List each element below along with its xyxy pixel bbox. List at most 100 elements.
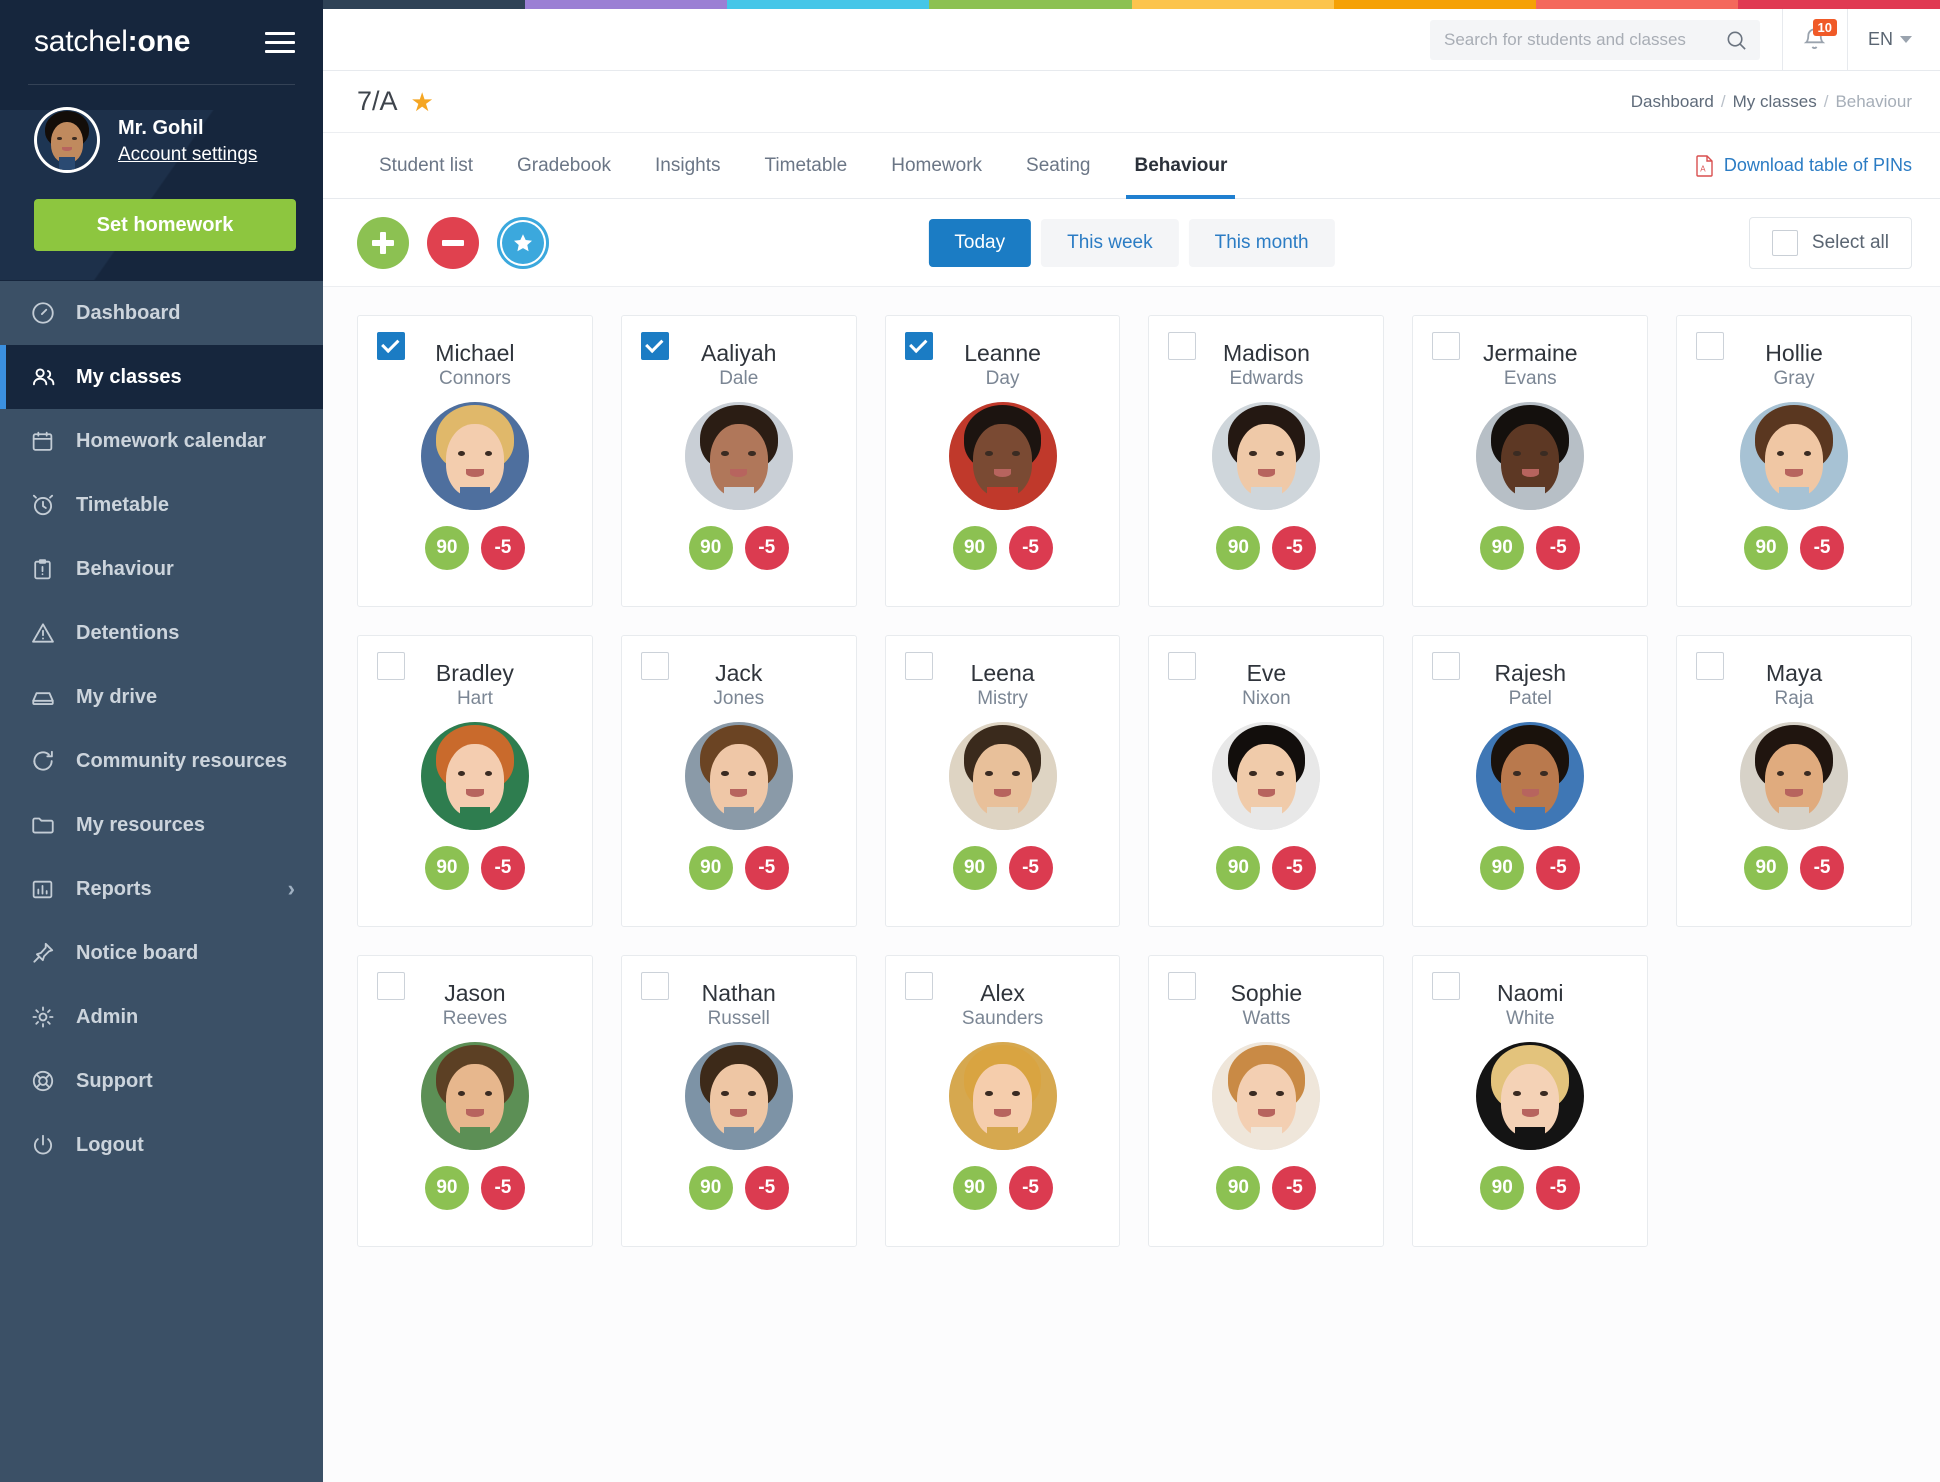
student-select-checkbox[interactable] (904, 332, 933, 360)
student-select-checkbox[interactable] (1168, 332, 1197, 360)
student-card[interactable]: Michael Connors 90 -5 (357, 315, 593, 607)
chevron-right-icon[interactable]: › (288, 876, 295, 902)
student-card[interactable]: Jason Reeves 90 -5 (357, 955, 593, 1247)
negative-score-badge[interactable]: -5 (1272, 846, 1317, 891)
positive-score-badge[interactable]: 90 (424, 526, 469, 571)
student-select-checkbox[interactable] (377, 652, 405, 680)
student-select-checkbox[interactable] (1168, 652, 1197, 680)
student-card[interactable]: Alex Saunders 90 -5 (884, 955, 1121, 1247)
search-input[interactable] (1429, 19, 1760, 60)
student-select-checkbox[interactable] (1168, 972, 1197, 1000)
student-select-checkbox[interactable] (1432, 332, 1461, 360)
positive-score-badge[interactable]: 90 (1744, 526, 1789, 571)
hamburger-menu-icon[interactable] (265, 26, 295, 59)
negative-score-badge[interactable]: -5 (1008, 526, 1053, 571)
negative-score-badge[interactable]: -5 (1272, 526, 1317, 571)
breadcrumb-item-my-classes[interactable]: My classes (1733, 92, 1817, 111)
student-card[interactable]: Sophie Watts 90 -5 (1148, 955, 1385, 1247)
positive-score-badge[interactable]: 90 (952, 1166, 997, 1211)
add-positive-behaviour-button[interactable] (357, 216, 409, 269)
student-select-checkbox[interactable] (904, 652, 933, 680)
negative-score-badge[interactable]: -5 (744, 1166, 789, 1211)
student-card[interactable]: Bradley Hart 90 -5 (357, 635, 593, 927)
student-card[interactable]: Leanne Day 90 -5 (884, 315, 1121, 607)
student-select-checkbox[interactable] (1432, 972, 1461, 1000)
sidebar-item-dashboard[interactable]: Dashboard (0, 281, 323, 345)
student-select-checkbox[interactable] (640, 972, 669, 1000)
negative-score-badge[interactable]: -5 (1800, 526, 1845, 571)
positive-score-badge[interactable]: 90 (1480, 1166, 1525, 1211)
positive-score-badge[interactable]: 90 (1216, 1166, 1261, 1211)
positive-score-badge[interactable]: 90 (688, 526, 733, 571)
account-settings-link[interactable]: Account settings (118, 144, 257, 166)
negative-score-badge[interactable]: -5 (480, 526, 525, 571)
negative-score-badge[interactable]: -5 (480, 1166, 525, 1211)
period-this-month[interactable]: This month (1188, 218, 1335, 267)
negative-score-badge[interactable]: -5 (1272, 1166, 1317, 1211)
favourite-star-icon[interactable]: ★ (411, 89, 434, 115)
student-card[interactable]: Jack Jones 90 -5 (620, 635, 857, 927)
student-card[interactable]: Leena Mistry 90 -5 (884, 635, 1121, 927)
negative-score-badge[interactable]: -5 (1008, 1166, 1053, 1211)
tab-timetable[interactable]: Timetable (743, 133, 870, 199)
positive-score-badge[interactable]: 90 (952, 846, 997, 891)
negative-score-badge[interactable]: -5 (1536, 1166, 1581, 1211)
positive-score-badge[interactable]: 90 (1744, 846, 1789, 891)
sidebar-item-detentions[interactable]: Detentions (0, 601, 323, 665)
sidebar-item-my-classes[interactable]: My classes (0, 345, 323, 409)
sidebar-item-my-resources[interactable]: My resources (0, 793, 323, 857)
student-card[interactable]: Aaliyah Dale 90 -5 (620, 315, 857, 607)
sidebar-item-support[interactable]: Support (0, 1049, 323, 1113)
notifications-button[interactable]: 10 (1781, 8, 1848, 71)
negative-score-badge[interactable]: -5 (1536, 526, 1581, 571)
student-card[interactable]: Maya Raja 90 -5 (1676, 635, 1912, 927)
sidebar-item-reports[interactable]: Reports › (0, 857, 323, 921)
student-card[interactable]: Nathan Russell 90 -5 (620, 955, 857, 1247)
student-select-checkbox[interactable] (904, 972, 933, 1000)
award-star-button[interactable] (497, 216, 549, 269)
sidebar-item-homework-calendar[interactable]: Homework calendar (0, 409, 323, 473)
sidebar-item-notice-board[interactable]: Notice board (0, 921, 323, 985)
student-select-checkbox[interactable] (1696, 652, 1725, 680)
student-card[interactable]: Jermaine Evans 90 -5 (1412, 315, 1649, 607)
negative-score-badge[interactable]: -5 (744, 526, 789, 571)
sidebar-item-logout[interactable]: Logout (0, 1113, 323, 1177)
positive-score-badge[interactable]: 90 (688, 1166, 733, 1211)
positive-score-badge[interactable]: 90 (424, 1166, 469, 1211)
tab-student-list[interactable]: Student list (357, 133, 495, 199)
student-select-checkbox[interactable] (377, 972, 405, 1000)
student-select-checkbox[interactable] (377, 332, 405, 360)
period-today[interactable]: Today (928, 218, 1032, 267)
positive-score-badge[interactable]: 90 (952, 526, 997, 571)
sidebar-item-community-resources[interactable]: Community resources (0, 729, 323, 793)
positive-score-badge[interactable]: 90 (1216, 526, 1261, 571)
sidebar-item-timetable[interactable]: Timetable (0, 473, 323, 537)
positive-score-badge[interactable]: 90 (688, 846, 733, 891)
student-card[interactable]: Naomi White 90 -5 (1412, 955, 1649, 1247)
positive-score-badge[interactable]: 90 (1480, 846, 1525, 891)
positive-score-badge[interactable]: 90 (1480, 526, 1525, 571)
student-select-checkbox[interactable] (1432, 652, 1461, 680)
negative-score-badge[interactable]: -5 (744, 846, 789, 891)
sidebar-item-my-drive[interactable]: My drive (0, 665, 323, 729)
sidebar-item-behaviour[interactable]: Behaviour (0, 537, 323, 601)
student-card[interactable]: Rajesh Patel 90 -5 (1412, 635, 1649, 927)
download-pins-link[interactable]: A Download table of PINs (1696, 154, 1912, 177)
positive-score-badge[interactable]: 90 (1216, 846, 1261, 891)
student-select-checkbox[interactable] (1696, 332, 1725, 360)
app-logo[interactable]: satchel:one (34, 25, 190, 59)
student-select-checkbox[interactable] (640, 652, 669, 680)
tab-behaviour[interactable]: Behaviour (1112, 133, 1249, 199)
positive-score-badge[interactable]: 90 (424, 846, 469, 891)
breadcrumb-item-dashboard[interactable]: Dashboard (1631, 92, 1714, 111)
tab-homework[interactable]: Homework (869, 133, 1004, 199)
add-negative-behaviour-button[interactable] (427, 216, 479, 269)
user-profile[interactable]: Mr. Gohil Account settings (0, 85, 323, 189)
tab-seating[interactable]: Seating (1004, 133, 1112, 199)
set-homework-button[interactable]: Set homework (34, 199, 296, 251)
negative-score-badge[interactable]: -5 (1536, 846, 1581, 891)
tab-gradebook[interactable]: Gradebook (495, 133, 633, 199)
select-all-button[interactable]: Select all (1748, 216, 1912, 269)
language-selector[interactable]: EN (1848, 29, 1932, 50)
sidebar-item-admin[interactable]: Admin (0, 985, 323, 1049)
